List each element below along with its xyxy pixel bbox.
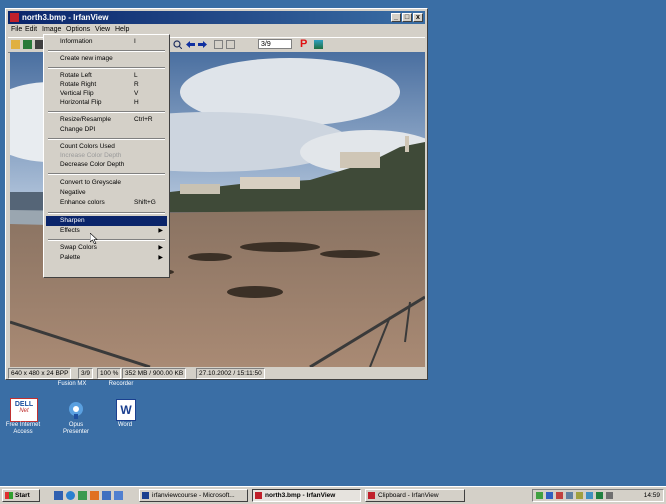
menu-item-change-dpi[interactable]: Change DPI [46, 125, 167, 135]
tray-icon-2[interactable] [546, 492, 553, 499]
menu-view[interactable]: View [95, 26, 110, 33]
tray-icon-7[interactable] [596, 492, 603, 499]
menu-options[interactable]: Options [66, 26, 90, 33]
page-number-input[interactable]: 3/9 [258, 39, 292, 49]
dell-logo-text: DELL [14, 401, 34, 408]
irfanview-clipboard-icon [368, 492, 375, 499]
menu-item-effects[interactable]: Effects ▶ [46, 226, 167, 236]
desktop-label-free-internet-2: Access [13, 429, 33, 435]
tray-icon-1[interactable] [536, 492, 543, 499]
dell-internet-icon[interactable]: DELL Net [10, 398, 38, 422]
irfanview-app-icon [10, 13, 19, 22]
menu-item-convert-greyscale[interactable]: Convert to Greyscale [46, 178, 167, 188]
status-date: 27.10.2002 / 15:11:50 [196, 368, 265, 379]
image-menu-dropdown: Information I Create new image Rotate Lef… [43, 34, 170, 278]
taskbar-task-clipboard[interactable]: Clipboard - IrfanView [365, 489, 465, 502]
menu-image[interactable]: Image [42, 26, 61, 33]
menu-item-decrease-color-depth[interactable]: Decrease Color Depth [46, 160, 167, 170]
irfanview-task-icon [255, 492, 262, 499]
menu-item-resize-resample[interactable]: Resize/Resample Ctrl+R [46, 115, 167, 125]
submenu-arrow-icon: ▶ [158, 255, 163, 261]
taskbar-task-irfanview[interactable]: north3.bmp - IrfanView [252, 489, 361, 502]
next-arrow-icon[interactable] [198, 40, 207, 49]
desktop-label-presenter: Presenter [62, 429, 89, 435]
zoom-icon[interactable] [173, 40, 182, 49]
status-dimensions: 640 x 480 x 24 BPP [8, 368, 72, 379]
previous-arrow-icon[interactable] [186, 40, 195, 49]
menu-item-swap-colors[interactable]: Swap Colors ▶ [46, 243, 167, 253]
minimize-button[interactable]: _ [391, 13, 401, 22]
tray-icon-5[interactable] [576, 492, 583, 499]
menu-item-enhance-colors[interactable]: Enhance colors Shift+G [46, 198, 167, 208]
tray-icon-4[interactable] [566, 492, 573, 499]
taskbar-task-word[interactable]: irfanviewcourse - Microsoft... [139, 489, 248, 502]
quicklaunch-media-icon[interactable] [90, 491, 99, 500]
page-down-icon[interactable] [226, 40, 235, 49]
status-page: 3/9 [78, 368, 94, 379]
menu-item-sharpen[interactable]: Sharpen [46, 216, 167, 226]
maximize-button[interactable]: □ [402, 13, 412, 22]
tray-icon-6[interactable] [586, 492, 593, 499]
word-doc-icon [142, 492, 149, 499]
quicklaunch-outlook-icon[interactable] [78, 491, 87, 500]
menu-help[interactable]: Help [115, 26, 129, 33]
windows-flag-icon [5, 492, 13, 499]
opus-icon [69, 402, 83, 419]
menu-item-information[interactable]: Information I [46, 37, 167, 47]
page-up-icon[interactable] [214, 40, 223, 49]
status-bar: 640 x 480 x 24 BPP 3/9 100 % 352 MB / 90… [8, 367, 425, 379]
speaker-icon[interactable] [606, 492, 613, 499]
mouse-cursor-icon [90, 233, 98, 244]
word-icon[interactable]: W [116, 399, 136, 421]
desktop-label-opus: Opus [68, 422, 84, 428]
desktop-label-fusion: Fusion MX [57, 381, 87, 387]
quicklaunch-extra-icon[interactable] [114, 491, 123, 500]
status-zoom: 100 % [97, 368, 122, 379]
taskbar: Start irfanviewcourse - Microsoft... nor… [0, 486, 666, 504]
quicklaunch-app-icon[interactable] [102, 491, 111, 500]
start-button[interactable]: Start [2, 489, 40, 502]
save-icon[interactable] [23, 40, 32, 49]
status-size: 352 MB / 900.00 KB [122, 368, 187, 379]
quicklaunch-ie-icon[interactable] [66, 491, 75, 500]
menu-item-negative[interactable]: Negative [46, 188, 167, 198]
start-label: Start [15, 492, 30, 499]
menu-item-create-new-image[interactable]: Create new image [46, 54, 167, 64]
title-bar[interactable]: north3.bmp - IrfanView _ □ x [8, 11, 425, 24]
desktop-label-recorder: Recorder [108, 381, 134, 387]
capture-icon[interactable] [314, 40, 323, 49]
system-tray: 14:59 [532, 489, 664, 502]
menu-edit[interactable]: Edit [25, 26, 37, 33]
tray-icon-3[interactable] [556, 492, 563, 499]
close-button[interactable]: x [413, 13, 423, 22]
menu-file[interactable]: File [11, 26, 22, 33]
submenu-arrow-icon: ▶ [158, 228, 163, 234]
paint-p-icon[interactable]: P [300, 38, 307, 50]
desktop-label-free-internet-1: Free Internet [5, 422, 41, 428]
desktop-label-word: Word [117, 422, 133, 428]
submenu-arrow-icon: ▶ [158, 245, 163, 251]
menu-item-palette[interactable]: Palette ▶ [46, 253, 167, 263]
quicklaunch-desktop-icon[interactable] [54, 491, 63, 500]
window-title: north3.bmp - IrfanView [22, 13, 109, 22]
clock[interactable]: 14:59 [644, 491, 660, 500]
opus-presenter-icon[interactable] [66, 400, 86, 420]
menu-item-horizontal-flip[interactable]: Horizontal Flip H [46, 98, 167, 108]
open-folder-icon[interactable] [11, 40, 20, 49]
